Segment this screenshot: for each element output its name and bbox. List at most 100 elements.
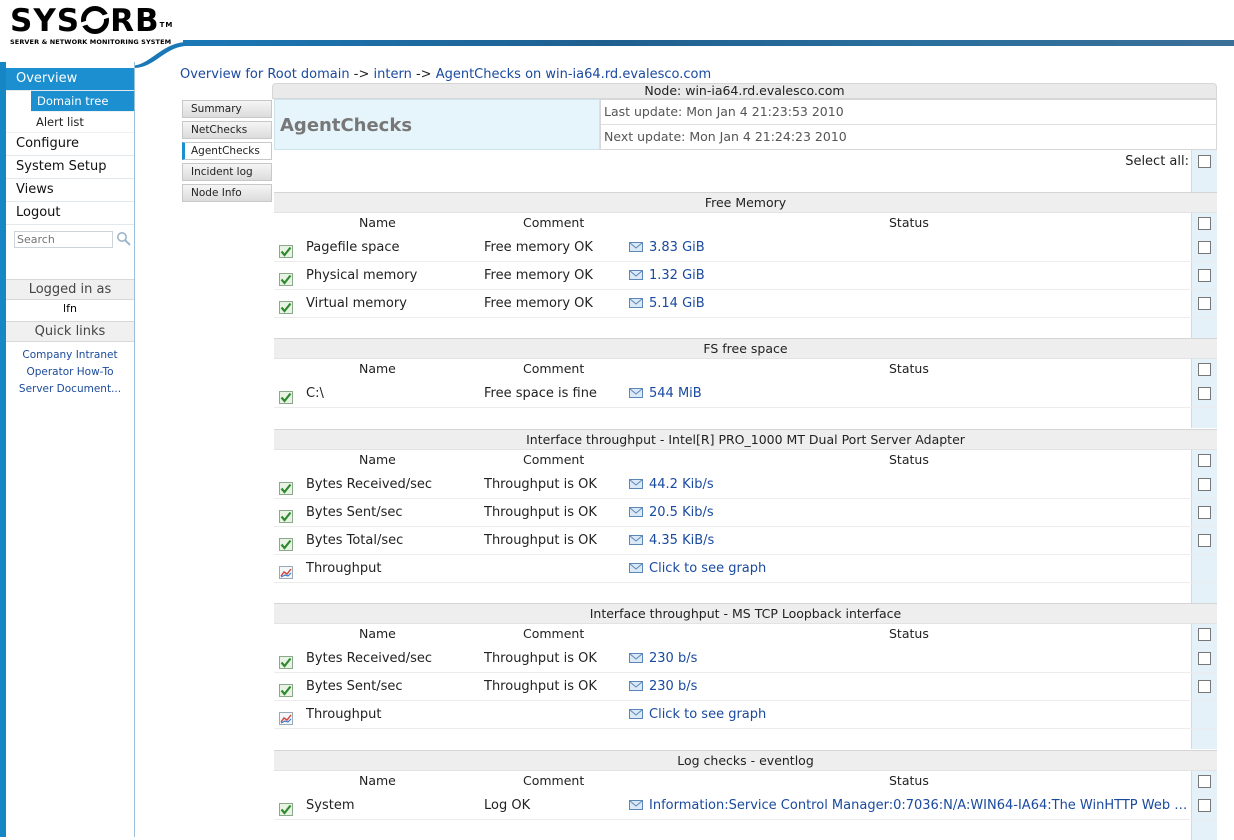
check-status-link[interactable]: 544 MiB (629, 380, 1189, 407)
column-header-row: Name Comment Status (274, 213, 1217, 234)
check-status-link[interactable]: Click to see graph (629, 701, 1189, 728)
check-name: Pagefile space (306, 240, 400, 255)
nav-views[interactable]: Views (6, 179, 134, 202)
check-name: Physical memory (306, 268, 418, 283)
check-status-link[interactable]: 20.5 Kib/s (629, 499, 1189, 526)
check-ok-icon (279, 652, 293, 669)
row-select-checkbox[interactable] (1198, 506, 1211, 519)
row-select-checkbox[interactable] (1198, 534, 1211, 547)
check-status-link[interactable]: Information:Service Control Manager:0:70… (629, 792, 1189, 819)
section-select-checkbox[interactable] (1198, 217, 1211, 230)
nav-alert-list[interactable]: Alert list (6, 112, 134, 133)
section-title: Log checks - eventlog (274, 750, 1217, 771)
column-header-row: Name Comment Status (274, 771, 1217, 792)
check-status-value: 544 MiB (649, 386, 702, 401)
search-icon[interactable] (116, 231, 132, 247)
node-label: Node: win-ia64.rd.evalesco.com (272, 83, 1217, 99)
check-name: Throughput (306, 707, 382, 722)
check-status-link[interactable]: Click to see graph (629, 555, 1189, 582)
check-section: Free Memory Name Comment Status Pagefile spa… (274, 192, 1217, 338)
row-select-checkbox[interactable] (1198, 297, 1211, 310)
column-header-comment: Comment (523, 452, 585, 467)
search-input[interactable] (14, 231, 113, 248)
table-row: Throughput Click to see graph (274, 555, 1217, 583)
check-status-value: 4.35 KiB/s (649, 533, 715, 548)
section-title: FS free space (274, 338, 1217, 359)
mail-icon (629, 556, 643, 573)
quick-link-server-documentation[interactable]: Server Document... (6, 381, 134, 398)
section-spacer (274, 820, 1217, 840)
breadcrumb-agentchecks[interactable]: AgentChecks on win-ia64.rd.evalesco.com (436, 67, 711, 82)
row-select-checkbox[interactable] (1198, 799, 1211, 812)
nav-overview[interactable]: Overview (6, 68, 134, 91)
row-select-checkbox[interactable] (1198, 652, 1211, 665)
check-status-value: Click to see graph (649, 707, 767, 722)
table-row: Bytes Total/sec Throughput is OK 4.35 KiB/… (274, 527, 1217, 555)
check-section: Interface throughput - Intel[R] PRO_1000… (274, 429, 1217, 603)
logged-in-user: lfn (63, 302, 77, 315)
section-select-checkbox[interactable] (1198, 628, 1211, 641)
check-ok-icon (279, 799, 293, 816)
check-status-value: 230 b/s (649, 651, 698, 666)
check-status-link[interactable]: 44.2 Kib/s (629, 471, 1189, 498)
header: SYS RBTM SERVER & NETWORK MONITORING SYST… (0, 0, 1234, 68)
table-row: Pagefile space Free memory OK 3.83 GiB (274, 234, 1217, 262)
mail-icon (629, 500, 643, 517)
quick-link-company-intranet[interactable]: Company Intranet (6, 347, 134, 364)
row-select-checkbox[interactable] (1198, 478, 1211, 491)
nav-domain-tree[interactable]: Domain tree (31, 91, 134, 112)
mail-icon (629, 674, 643, 691)
table-row: Bytes Sent/sec Throughput is OK 20.5 Kib/s (274, 499, 1217, 527)
select-all-checkbox[interactable] (1198, 155, 1211, 168)
section-title: Free Memory (274, 192, 1217, 213)
table-row: Bytes Received/sec Throughput is OK 44.2 K… (274, 471, 1217, 499)
tab-netchecks[interactable]: NetChecks (182, 121, 272, 139)
column-header-status: Status (889, 361, 929, 376)
table-row: Bytes Sent/sec Throughput is OK 230 b/s (274, 673, 1217, 701)
section-select-checkbox[interactable] (1198, 363, 1211, 376)
check-ok-icon (279, 534, 293, 551)
tab-incident-log[interactable]: Incident log (182, 163, 272, 181)
row-select-checkbox[interactable] (1198, 680, 1211, 693)
check-status-value: 5.14 GiB (649, 296, 705, 311)
tab-agentchecks[interactable]: AgentChecks (182, 142, 272, 160)
last-update: Last update: Mon Jan 4 21:23:53 2010 (601, 100, 1216, 125)
column-header-name: Name (359, 361, 396, 376)
column-header-name: Name (359, 452, 396, 467)
breadcrumb-root-domain[interactable]: Overview for Root domain (180, 67, 350, 82)
breadcrumb-separator: -> (415, 67, 432, 82)
sidebar: Overview Domain tree Alert list Configur… (6, 62, 135, 837)
breadcrumb-intern[interactable]: intern (374, 67, 412, 82)
check-status-value: 230 b/s (649, 679, 698, 694)
row-select-checkbox[interactable] (1198, 241, 1211, 254)
table-row: System Log OK Information:Service Control … (274, 792, 1217, 820)
nav-configure[interactable]: Configure (6, 133, 134, 156)
check-name: C:\ (306, 386, 324, 401)
tab-summary[interactable]: Summary (182, 100, 272, 118)
row-select-checkbox[interactable] (1198, 387, 1211, 400)
nav-system-setup[interactable]: System Setup (6, 156, 134, 179)
check-comment: Throughput is OK (484, 477, 597, 492)
check-status-link[interactable]: 1.32 GiB (629, 262, 1189, 289)
row-select-checkbox[interactable] (1198, 269, 1211, 282)
mail-icon (629, 235, 643, 252)
check-status-link[interactable]: 5.14 GiB (629, 290, 1189, 317)
check-status-link[interactable]: 3.83 GiB (629, 234, 1189, 261)
check-status-value: 3.83 GiB (649, 240, 705, 255)
check-status-link[interactable]: 230 b/s (629, 673, 1189, 700)
select-all-label: Select all: (1125, 154, 1189, 169)
check-status-link[interactable]: 230 b/s (629, 645, 1189, 672)
tab-node-info[interactable]: Node Info (182, 184, 272, 202)
check-status-value: Information:Service Control Manager:0:70… (649, 798, 1189, 813)
nav-logout[interactable]: Logout (6, 202, 134, 225)
column-header-comment: Comment (523, 361, 585, 376)
section-select-checkbox[interactable] (1198, 454, 1211, 467)
check-status-link[interactable]: 4.35 KiB/s (629, 527, 1189, 554)
mail-icon (629, 528, 643, 545)
quick-link-operator-howto[interactable]: Operator How-To (6, 364, 134, 381)
update-info: Last update: Mon Jan 4 21:23:53 2010 Nex… (600, 99, 1217, 150)
check-name: Bytes Received/sec (306, 477, 433, 492)
section-select-checkbox[interactable] (1198, 775, 1211, 788)
mail-icon (629, 381, 643, 398)
graph-icon (279, 708, 293, 725)
